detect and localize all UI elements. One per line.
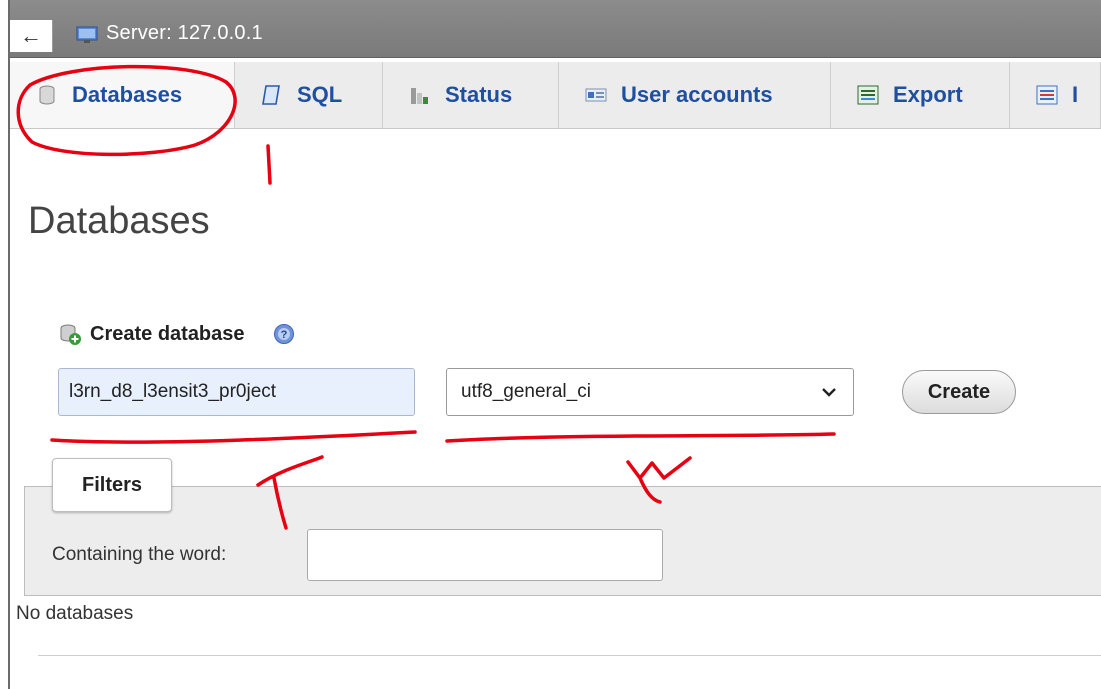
svg-text:?: ?	[280, 329, 287, 341]
tab-label: Export	[893, 82, 963, 107]
database-name-input[interactable]	[58, 368, 415, 416]
tab-user-accounts[interactable]: User accounts	[559, 62, 831, 128]
annotation-mark-1	[266, 144, 272, 185]
back-arrow-icon[interactable]: ←	[10, 20, 53, 52]
main-tabs: Databases SQL Status User accounts Expor…	[10, 62, 1101, 129]
collation-value: utf8_general_ci	[461, 381, 591, 402]
status-chart-icon	[411, 88, 428, 104]
tab-status[interactable]: Status	[383, 62, 559, 128]
import-icon	[1036, 85, 1058, 105]
user-accounts-icon	[585, 88, 607, 102]
tab-databases[interactable]: Databases	[10, 62, 235, 128]
create-database-heading: Create database ?	[58, 322, 295, 346]
tab-label: Status	[445, 82, 513, 107]
help-icon[interactable]: ?	[273, 323, 295, 345]
create-button[interactable]: Create	[902, 370, 1016, 414]
page-title: Databases	[28, 200, 210, 242]
server-label[interactable]: Server: 127.0.0.1	[106, 22, 263, 45]
server-icon	[76, 26, 98, 43]
filter-word-input[interactable]	[307, 529, 663, 581]
sql-icon	[262, 85, 280, 105]
create-database-label: Create database	[90, 322, 245, 345]
chevron-down-icon	[822, 388, 836, 397]
filters-legend: Filters	[52, 458, 172, 512]
tab-import[interactable]: I	[1010, 62, 1101, 128]
divider	[38, 655, 1101, 656]
annotation-underline-name	[50, 430, 417, 444]
tab-export[interactable]: Export	[831, 62, 1010, 128]
tab-label: SQL	[297, 82, 343, 107]
tab-label: I	[1072, 82, 1079, 107]
tab-sql[interactable]: SQL	[235, 62, 383, 128]
tab-label: Databases	[72, 82, 183, 107]
export-icon	[857, 85, 879, 105]
collation-select[interactable]: utf8_general_ci	[446, 368, 854, 416]
empty-state-text: No databases	[16, 603, 134, 624]
annotation-underline-collation	[445, 432, 836, 443]
filter-label: Containing the word:	[52, 544, 227, 565]
create-database-icon	[60, 324, 81, 345]
tab-label: User accounts	[621, 82, 773, 107]
database-icon	[39, 85, 55, 105]
